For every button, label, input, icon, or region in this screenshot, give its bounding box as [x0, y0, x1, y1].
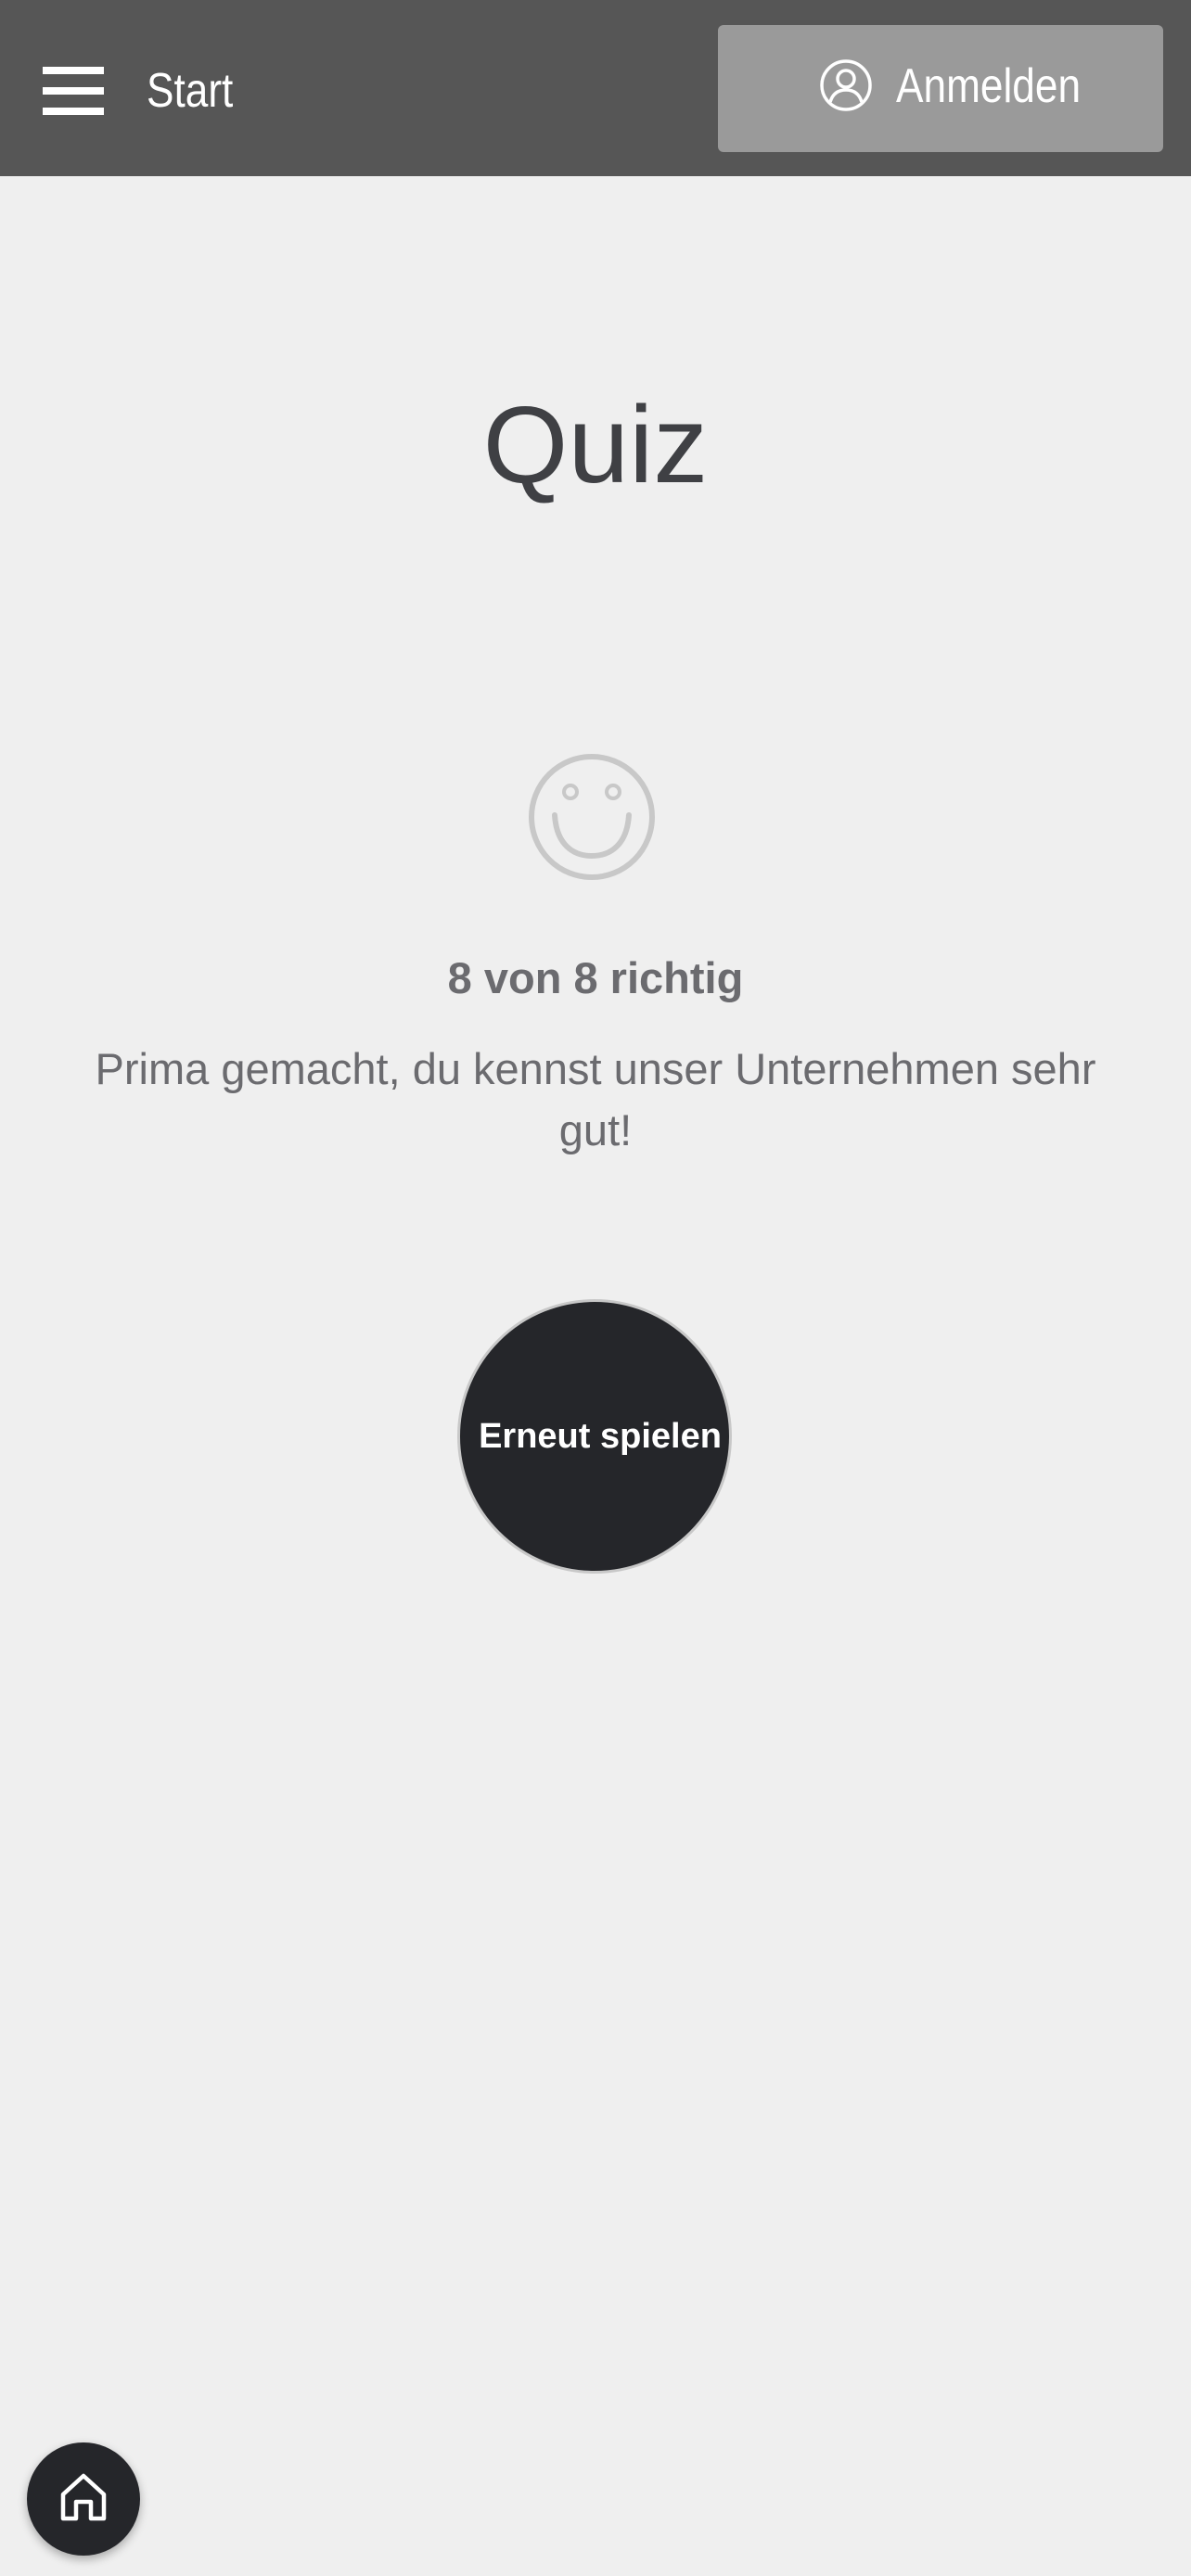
home-button[interactable]: [27, 2442, 140, 2556]
top-bar: Start Anmelden: [0, 0, 1191, 176]
score-text: 8 von 8 richtig: [447, 953, 744, 1002]
result-message: Prima gemacht, du kennst unser Unternehm…: [95, 1044, 1096, 1154]
header-title[interactable]: Start: [147, 61, 233, 121]
hamburger-menu-icon-line: [43, 67, 104, 74]
login-button-label: Anmelden: [896, 59, 1082, 113]
replay-button-label: Erneut spielen: [479, 1416, 722, 1456]
menu-button[interactable]: [43, 67, 108, 115]
hamburger-menu-icon-line: [43, 87, 104, 95]
hamburger-menu-icon-line: [43, 108, 104, 115]
smiley-icon: [529, 754, 655, 880]
page-title: Quiz: [482, 384, 709, 506]
user-circle-icon: [820, 59, 872, 111]
replay-button[interactable]: Erneut spielen: [457, 1299, 732, 1574]
home-icon: [60, 2473, 107, 2521]
login-button[interactable]: Anmelden: [718, 25, 1163, 152]
